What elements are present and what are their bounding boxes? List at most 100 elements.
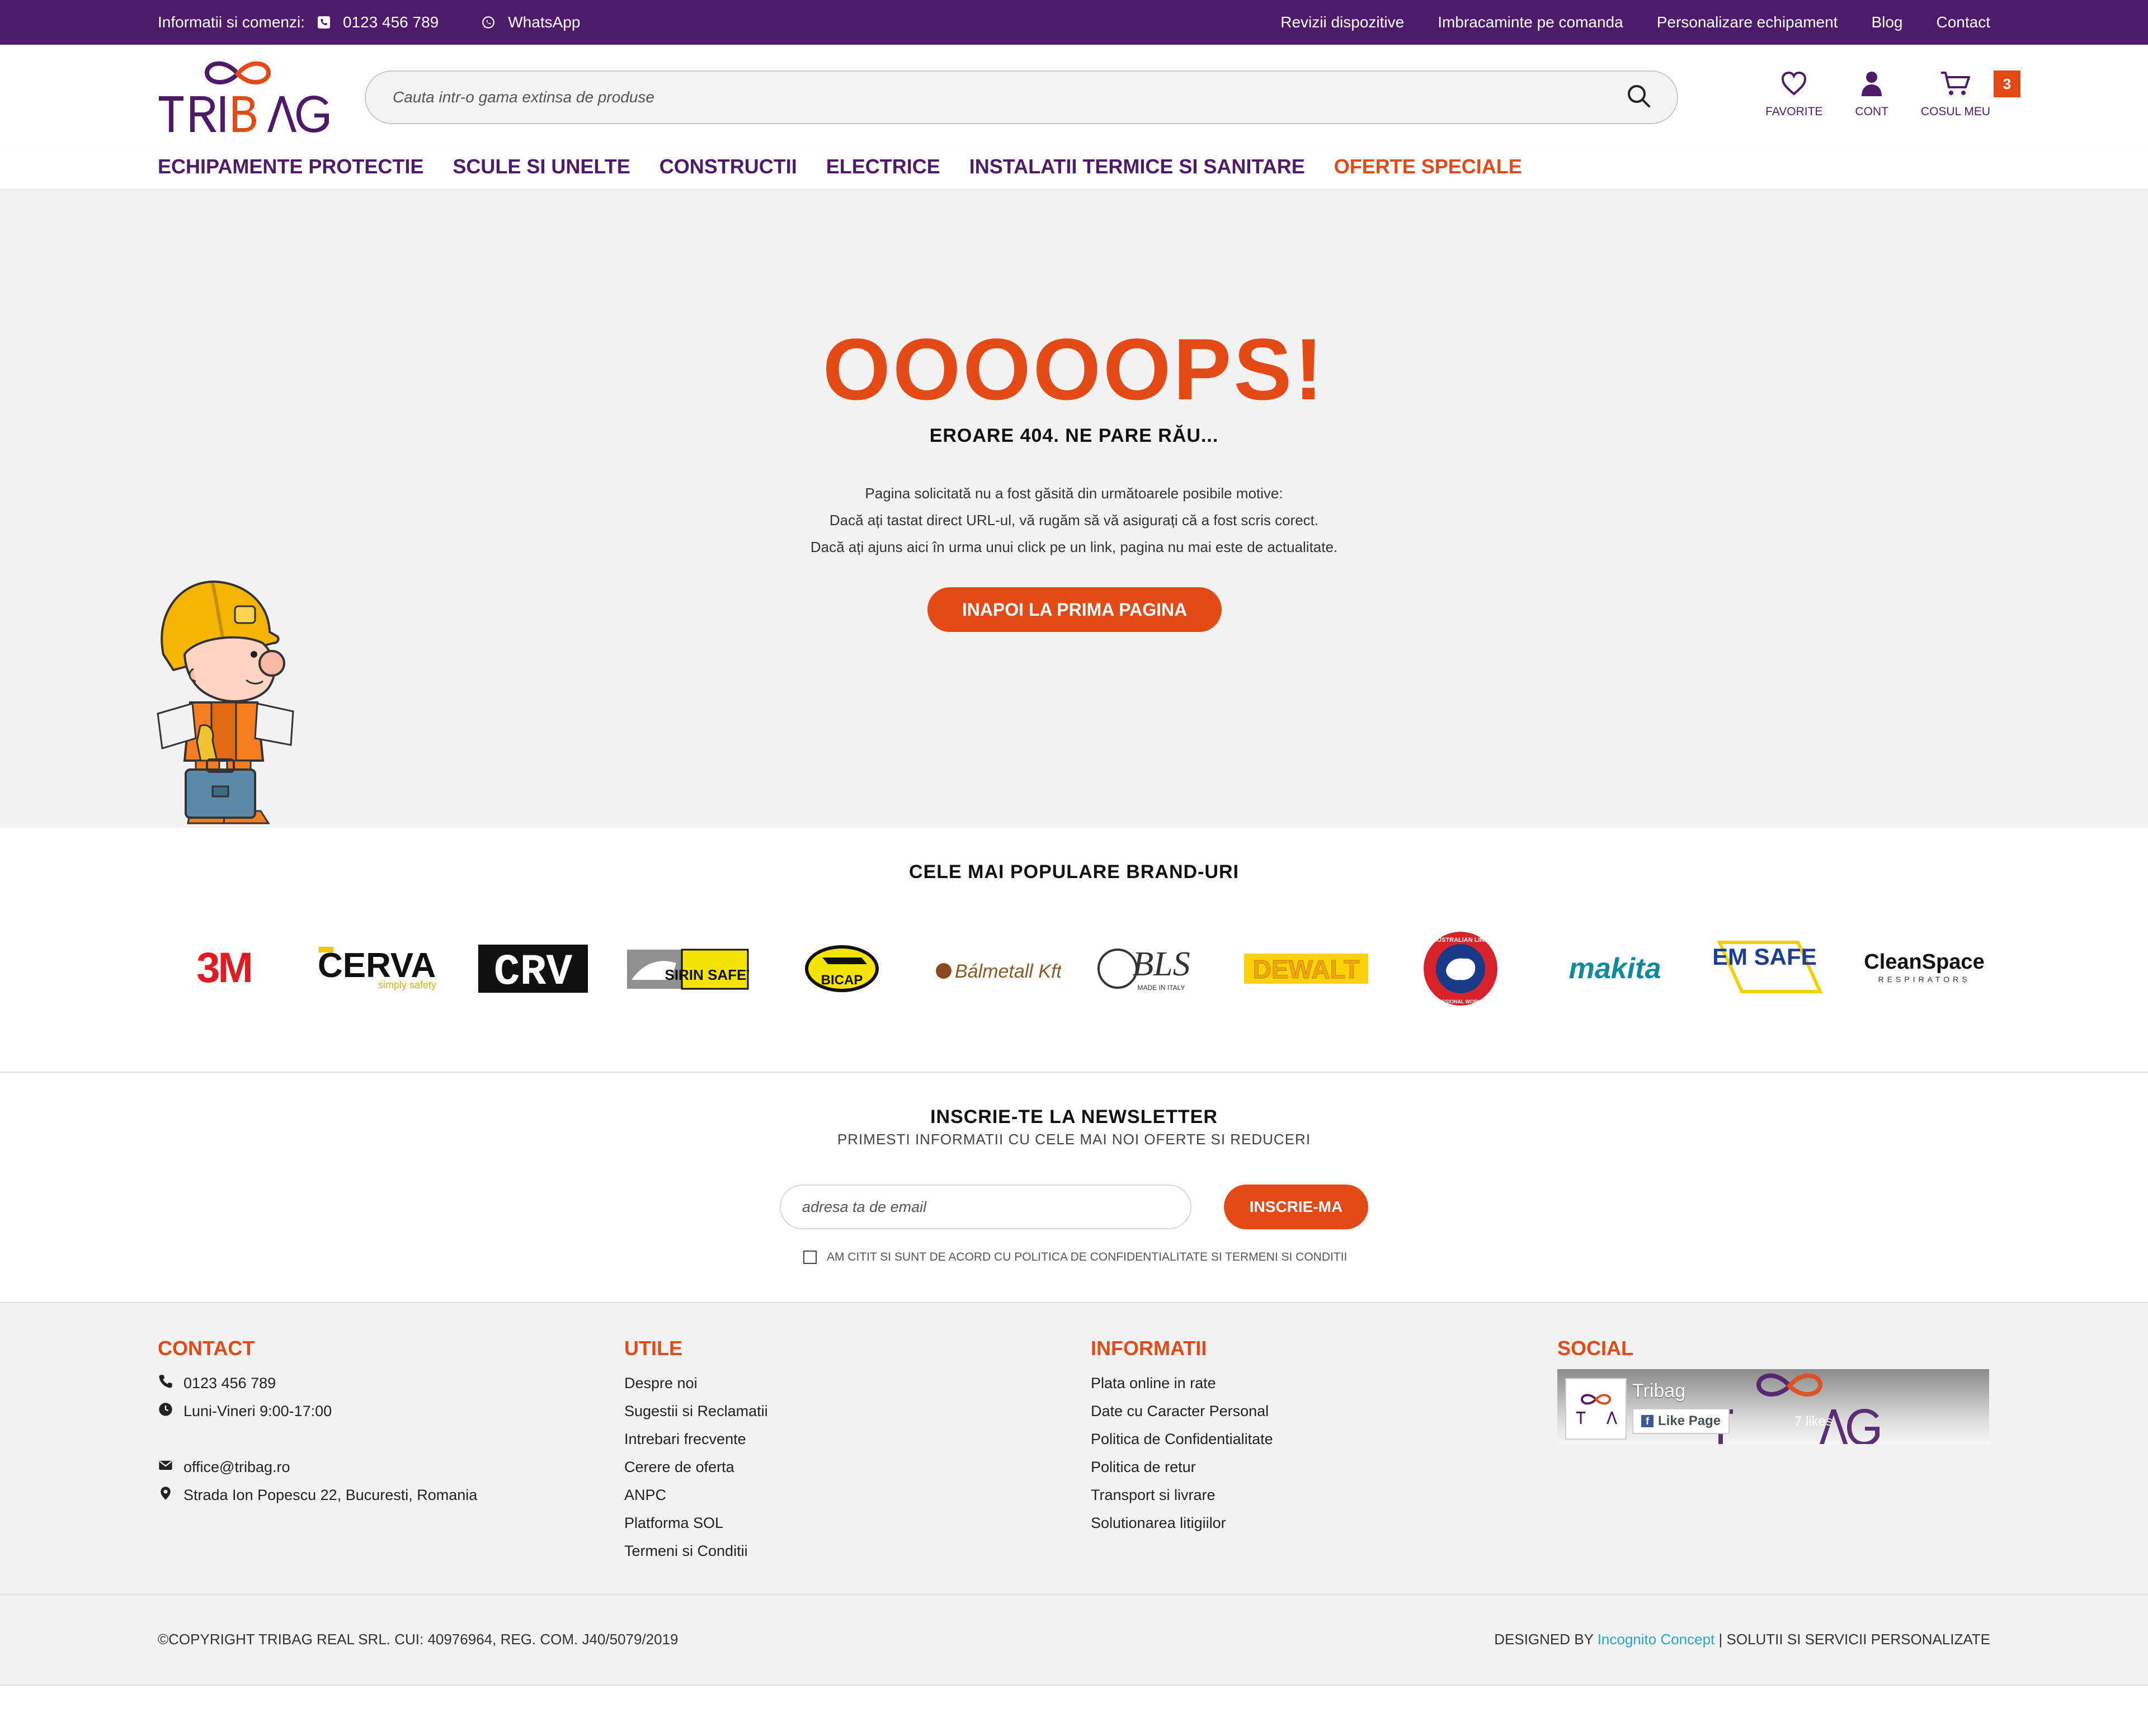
footer-email[interactable]: office@tribag.ro xyxy=(158,1453,477,1481)
footer-email-text: office@tribag.ro xyxy=(183,1458,290,1475)
facebook-like-label: Like Page xyxy=(1658,1413,1721,1428)
error-subtitle: EROARE 404. NE PARE RĂU... xyxy=(929,425,1219,446)
footer-link-sugestii[interactable]: Sugestii si Reclamatii xyxy=(624,1397,768,1425)
search-bar xyxy=(365,70,1678,124)
footer-social-column: SOCIAL Tribag f Like Page 7 likes xyxy=(1557,1337,1989,1444)
brand-balmetall-text: Bálmetall Kft. xyxy=(955,961,1061,982)
brand-makita[interactable]: makita xyxy=(1549,935,1681,1002)
search-icon[interactable] xyxy=(1626,83,1652,112)
newsletter-email-field[interactable] xyxy=(780,1185,1191,1229)
favorites-button[interactable]: FAVORITE xyxy=(1765,70,1822,119)
footer-hours: Luni-Vineri 9:00-17:00 xyxy=(158,1397,477,1425)
footer-link-plata-rate[interactable]: Plata online in rate xyxy=(1091,1369,1273,1397)
brand-dewalt[interactable]: DEWALT xyxy=(1240,935,1372,1002)
footer-link-confidentialitate[interactable]: Politica de Confidentialitate xyxy=(1091,1425,1273,1453)
account-label: CONT xyxy=(1855,105,1888,118)
brand-cleanspace-tagline: RESPIRATORS xyxy=(1878,975,1970,984)
footer-informatii-title: INFORMATII xyxy=(1091,1337,1207,1360)
heart-icon xyxy=(1780,70,1807,105)
phone-square-icon xyxy=(317,16,331,29)
nav-oferte-speciale[interactable]: OFERTE SPECIALE xyxy=(1334,155,1522,178)
account-button[interactable]: CONT xyxy=(1855,70,1888,119)
brand-cerva-tagline: simply safety xyxy=(378,979,436,990)
footer-informatii-column: INFORMATII Plata online in rate Date cu … xyxy=(1091,1337,1273,1537)
footer-link-date-personale[interactable]: Date cu Caracter Personal xyxy=(1091,1397,1273,1425)
footer-link-cerere-oferta[interactable]: Cerere de oferta xyxy=(624,1453,768,1481)
facebook-page-name: Tribag xyxy=(1632,1380,1686,1402)
footer-link-litigii[interactable]: Solutionarea litigiilor xyxy=(1091,1509,1273,1537)
back-home-button[interactable]: INAPOI LA PRIMA PAGINA xyxy=(927,587,1222,632)
copyright-text: ©COPYRIGHT TRIBAG REAL SRL. CUI: 4097696… xyxy=(158,1631,679,1648)
brand-crv[interactable]: CRV xyxy=(467,935,599,1002)
footer-phone[interactable]: 0123 456 789 xyxy=(158,1369,477,1397)
brand-logo-row: 3M CERVA simply safety CRV SIRIN SAFETY … xyxy=(158,932,1990,1006)
cart-count-badge: 3 xyxy=(1994,70,2020,97)
designer-link[interactable]: Incognito Concept xyxy=(1598,1631,1715,1648)
designed-by-label: DESIGNED BY xyxy=(1494,1631,1598,1648)
nav-scule-si-unelte[interactable]: SCULE SI UNELTE xyxy=(453,155,630,178)
agree-checkbox[interactable] xyxy=(803,1251,817,1264)
footer-link-anpc[interactable]: ANPC xyxy=(624,1481,768,1509)
brand-balmetall[interactable]: Bálmetall Kft. xyxy=(931,935,1063,1002)
brand-bicap[interactable]: BICAP xyxy=(776,935,908,1002)
brand-cerva[interactable]: CERVA simply safety xyxy=(312,935,444,1002)
facebook-like-page-button[interactable]: f Like Page xyxy=(1632,1408,1730,1434)
topbar-link-imbracaminte[interactable]: Imbracaminte pe comanda xyxy=(1438,13,1623,31)
error-line-1: Pagina solicitată nu a fost găsită din u… xyxy=(865,485,1283,502)
footer-contact-title: CONTACT xyxy=(158,1337,255,1360)
error-line-2: Dacă ați tastat direct URL-ul, vă rugăm … xyxy=(829,512,1319,529)
topbar-link-revizii[interactable]: Revizii dispozitive xyxy=(1280,13,1404,31)
info-label: Informatii si comenzi: xyxy=(158,13,305,31)
brand-dewalt-text: DEWALT xyxy=(1252,955,1359,984)
footer-phone-text: 0123 456 789 xyxy=(183,1374,276,1391)
footer-link-transport[interactable]: Transport si livrare xyxy=(1091,1481,1273,1509)
worker-mascot-illustration xyxy=(151,570,308,829)
brand-bicap-text: BICAP xyxy=(821,973,863,988)
topbar-link-contact[interactable]: Contact xyxy=(1937,13,1991,31)
brand-sirin-safety[interactable]: SIRIN SAFETY xyxy=(621,935,753,1002)
whatsapp-link[interactable]: WhatsApp xyxy=(508,13,580,31)
brand-bls[interactable]: BLS MADE IN ITALY xyxy=(1085,935,1217,1002)
tribag-logo[interactable] xyxy=(158,57,331,135)
top-bar: Informatii si comenzi: 0123 456 789 What… xyxy=(0,0,2148,45)
footer-link-termeni[interactable]: Termeni si Conditii xyxy=(624,1537,768,1565)
brand-crv-text: CRV xyxy=(494,948,573,994)
cart-label: COSUL MEU xyxy=(1920,105,1990,118)
footer-link-intrebari[interactable]: Intrebari frecvente xyxy=(624,1425,768,1453)
footer-link-despre[interactable]: Despre noi xyxy=(624,1369,768,1397)
brand-chem-safe-text: CHEM SAFE xyxy=(1714,944,1817,970)
brand-chem-safe[interactable]: CHEM SAFE xyxy=(1704,935,1836,1002)
newsletter-subscribe-button[interactable]: INSCRIE-MA xyxy=(1224,1185,1368,1229)
search-input[interactable] xyxy=(393,88,1626,106)
cart-button[interactable]: COSUL MEU 3 xyxy=(1920,70,2020,119)
brand-3m-text: 3M xyxy=(196,946,251,991)
footer-social-title: SOCIAL xyxy=(1557,1337,1634,1360)
topbar-phone-link[interactable]: 0123 456 789 xyxy=(343,13,439,31)
brand-australian-tagline: PROFESSIONAL WORKWEAR xyxy=(1424,999,1497,1004)
footer-address: Strada Ion Popescu 22, Bucuresti, Romani… xyxy=(158,1481,477,1509)
nav-echipamente-protectie[interactable]: ECHIPAMENTE PROTECTIE xyxy=(158,155,423,178)
site-footer: CONTACT 0123 456 789 Luni-Vineri 9:00-17… xyxy=(0,1303,2148,1595)
error-title: OOOOOPS! xyxy=(822,321,1326,418)
footer-utile-title: UTILE xyxy=(624,1337,682,1360)
facebook-page-avatar xyxy=(1565,1378,1627,1440)
nav-constructii[interactable]: CONSTRUCTII xyxy=(660,155,797,178)
topbar-link-personalizare[interactable]: Personalizare echipament xyxy=(1657,13,1838,31)
footer-link-platforma-sol[interactable]: Platforma SOL xyxy=(624,1509,768,1537)
main-nav: ECHIPAMENTE PROTECTIE SCULE SI UNELTE CO… xyxy=(0,144,2148,190)
cart-icon xyxy=(1940,70,1971,105)
brand-australian-line[interactable]: PROFESSIONAL WORKWEAR AUSTRALIAN LINE xyxy=(1395,932,1527,1006)
error-line-3: Dacă ați ajuns aici în urma unui click p… xyxy=(810,539,1338,555)
phone-icon xyxy=(158,1374,173,1393)
nav-instalatii[interactable]: INSTALATII TERMICE SI SANITARE xyxy=(969,155,1305,178)
footer-link-retur[interactable]: Politica de retur xyxy=(1091,1453,1273,1481)
brand-makita-text: makita xyxy=(1569,952,1661,985)
brand-bls-text: BLS xyxy=(1132,945,1190,983)
brand-cleanspace[interactable]: CleanSpace RESPIRATORS xyxy=(1858,935,1990,1002)
newsletter-agree-row[interactable]: AM CITIT SI SUNT DE ACORD CU POLITICA DE… xyxy=(803,1251,1347,1264)
brand-3m[interactable]: 3M xyxy=(158,935,290,1002)
facebook-page-widget[interactable]: Tribag f Like Page 7 likes xyxy=(1557,1369,1989,1444)
topbar-link-blog[interactable]: Blog xyxy=(1871,13,1902,31)
footer-hours-text: Luni-Vineri 9:00-17:00 xyxy=(183,1402,332,1419)
nav-electrice[interactable]: ELECTRICE xyxy=(826,155,940,178)
